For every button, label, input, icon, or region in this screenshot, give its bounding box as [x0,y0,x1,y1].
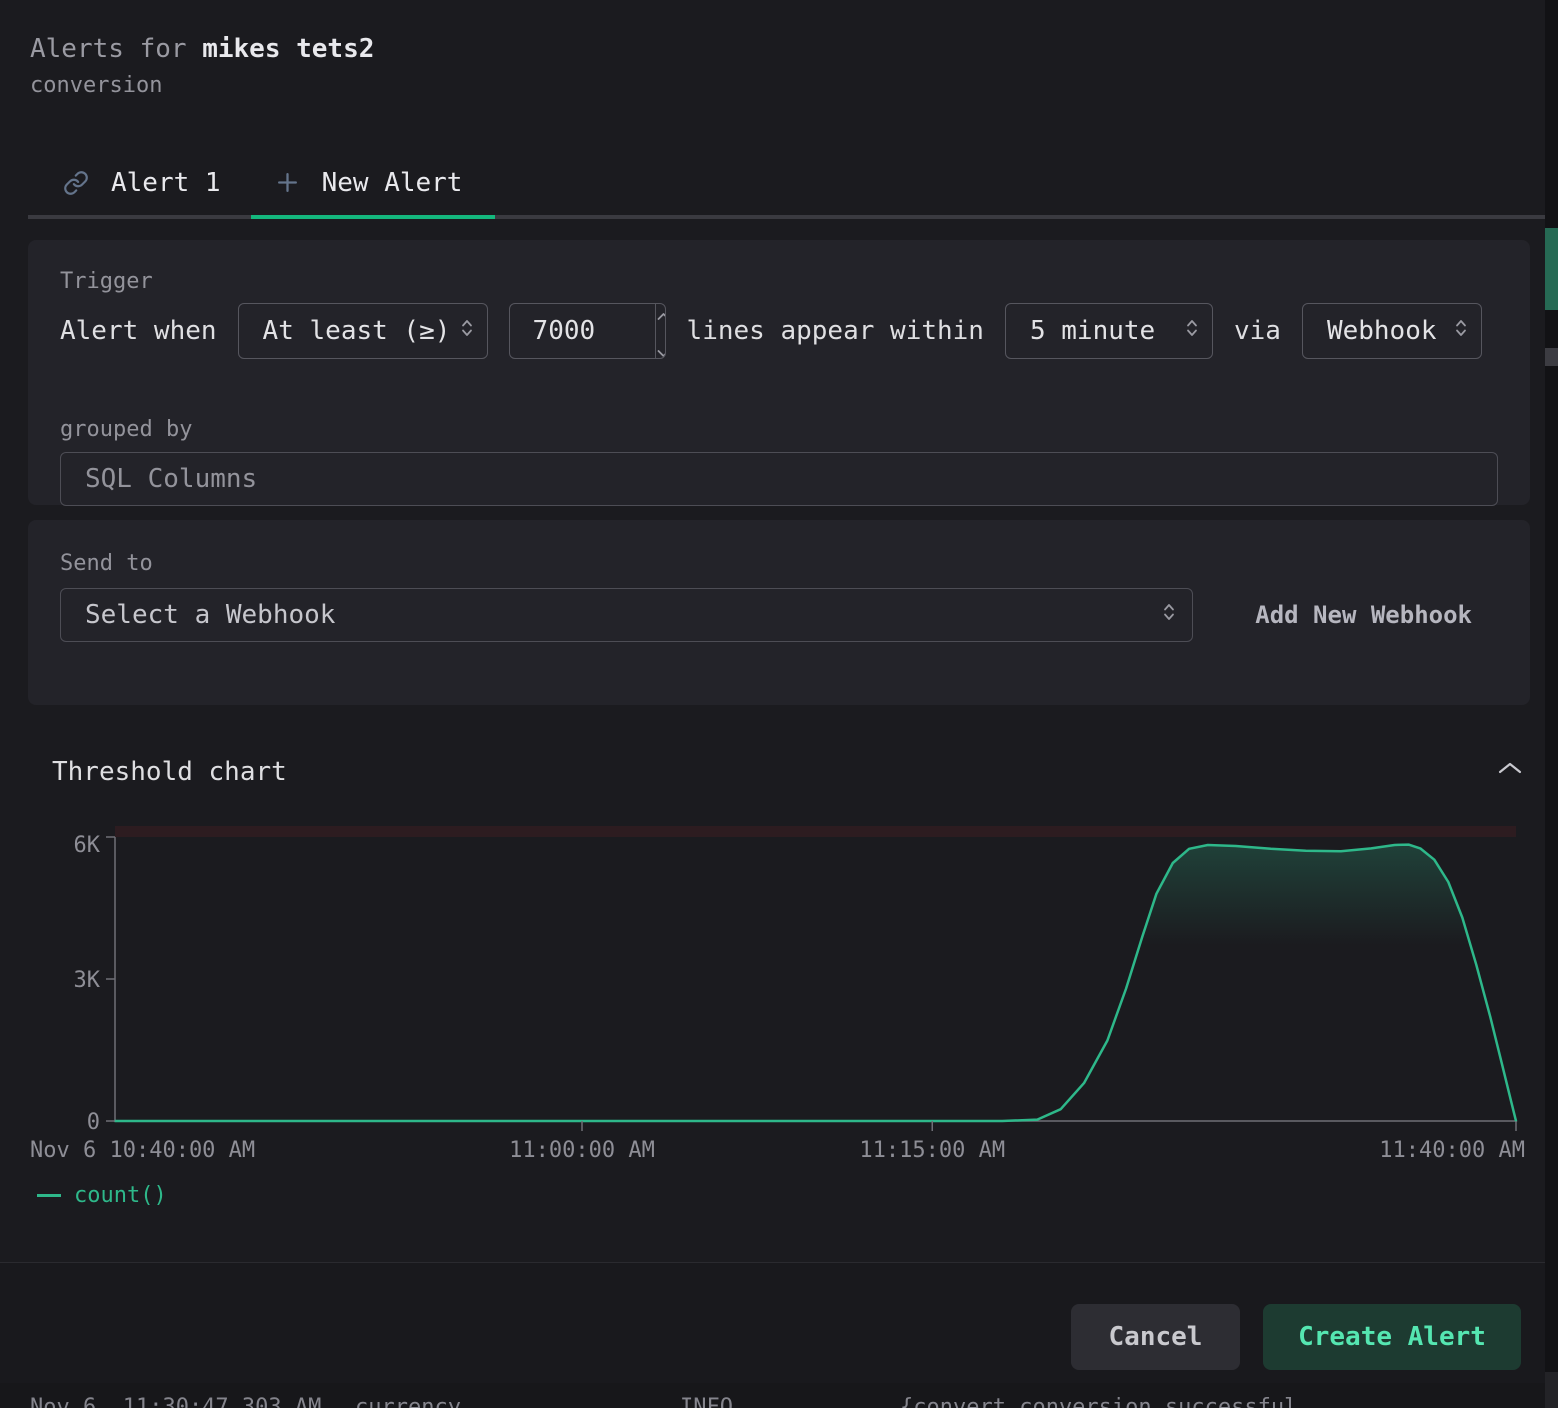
comparison-select[interactable]: At least (≥) [238,303,488,359]
create-alert-button[interactable]: Create Alert [1263,1304,1521,1370]
footer-buttons: Cancel Create Alert [1071,1304,1521,1370]
threshold-chart-heading: Threshold chart [52,757,287,787]
right-edge-strip [1545,0,1558,1408]
send-to-label: Send to [60,520,1498,576]
collapse-chart-button[interactable] [1494,757,1526,782]
drawer-header: Alerts for mikes tets2 conversion [30,34,374,98]
legend-series-label: count() [74,1183,167,1208]
trigger-lead-text: Alert when [60,316,217,346]
threshold-number-input [509,303,666,359]
link-icon [63,170,89,196]
spinner-up-icon[interactable] [656,303,666,328]
add-new-webhook-button[interactable]: Add New Webhook [1229,601,1498,629]
chevron-updown-icon [460,316,474,347]
channel-select[interactable]: Webhook [1302,303,1482,359]
webhook-select[interactable]: Select a Webhook [60,588,1193,642]
trigger-middle-text: lines appear within [687,316,984,346]
dataset-subtitle: conversion [30,73,374,98]
tab-alert-1[interactable]: Alert 1 [28,150,251,219]
trigger-row: Alert when At least (≥) [60,303,1498,359]
alerts-drawer: Alerts for mikes tets2 conversion Alert … [0,0,1558,1408]
log-level: INFO [680,1395,733,1408]
plus-icon [275,170,300,195]
background-light-fragment [1545,1372,1558,1408]
channel-select-value: Webhook [1327,316,1437,346]
threshold-spinner[interactable] [655,304,666,358]
grouped-by-label: grouped by [60,388,1498,442]
legend-line-swatch [37,1194,61,1197]
send-to-panel: Send to Select a Webhook Add New Webhook [28,520,1530,705]
drawer-footer: Cancel Create Alert [0,1262,1558,1383]
window-select[interactable]: 5 minute [1005,303,1213,359]
svg-text:3K: 3K [74,968,101,993]
trigger-panel: Trigger Alert when At least (≥) [28,240,1530,505]
chevron-updown-icon [1185,316,1199,347]
svg-text:6K: 6K [74,833,101,858]
send-to-row: Select a Webhook Add New Webhook [60,588,1498,642]
log-timestamp: Nov 6, 11:30:47.303 AM [30,1395,321,1408]
alert-tabbar: Alert 1 New Alert [28,150,1545,219]
svg-text:11:00:00 AM: 11:00:00 AM [509,1138,655,1163]
background-teal-fragment [1545,228,1558,310]
grouped-by-input[interactable] [60,452,1498,506]
background-gray-fragment [1545,348,1558,366]
comparison-select-value: At least (≥) [263,316,451,346]
chevron-updown-icon [1454,316,1468,347]
log-message: {convert conversion successful [900,1395,1297,1408]
threshold-input[interactable] [510,304,655,358]
background-page-strip: Nov 6, 11:30:47.303 AM currency INFO {co… [0,1383,1558,1408]
tab-new-alert-label: New Alert [322,168,463,198]
window-select-value: 5 minute [1030,316,1155,346]
chart-legend: count() [37,1183,167,1208]
spinner-down-icon[interactable] [656,335,666,360]
chevron-updown-icon [1162,600,1176,631]
svg-text:11:40:00 AM: 11:40:00 AM [1379,1138,1525,1163]
page-title: Alerts for mikes tets2 [30,34,374,64]
log-field: currency [355,1395,461,1408]
svg-text:0: 0 [87,1110,100,1135]
svg-text:Nov 6 10:40:00 AM: Nov 6 10:40:00 AM [30,1138,255,1163]
tab-alert-1-label: Alert 1 [111,168,221,198]
dataset-name: mikes tets2 [202,34,374,64]
cancel-button[interactable]: Cancel [1071,1304,1240,1370]
trigger-section-label: Trigger [60,240,1498,294]
threshold-chart: 6K 3K 0 Nov 6 10:40:00 AM 11:00:00 AM 11:15:0… [28,820,1530,1165]
tab-new-alert[interactable]: New Alert [251,150,496,219]
svg-text:11:15:00 AM: 11:15:00 AM [859,1138,1005,1163]
page-title-prefix: Alerts for [30,34,187,64]
trigger-via-text: via [1234,316,1281,346]
webhook-select-placeholder: Select a Webhook [85,600,335,630]
chevron-up-icon [1496,765,1524,780]
